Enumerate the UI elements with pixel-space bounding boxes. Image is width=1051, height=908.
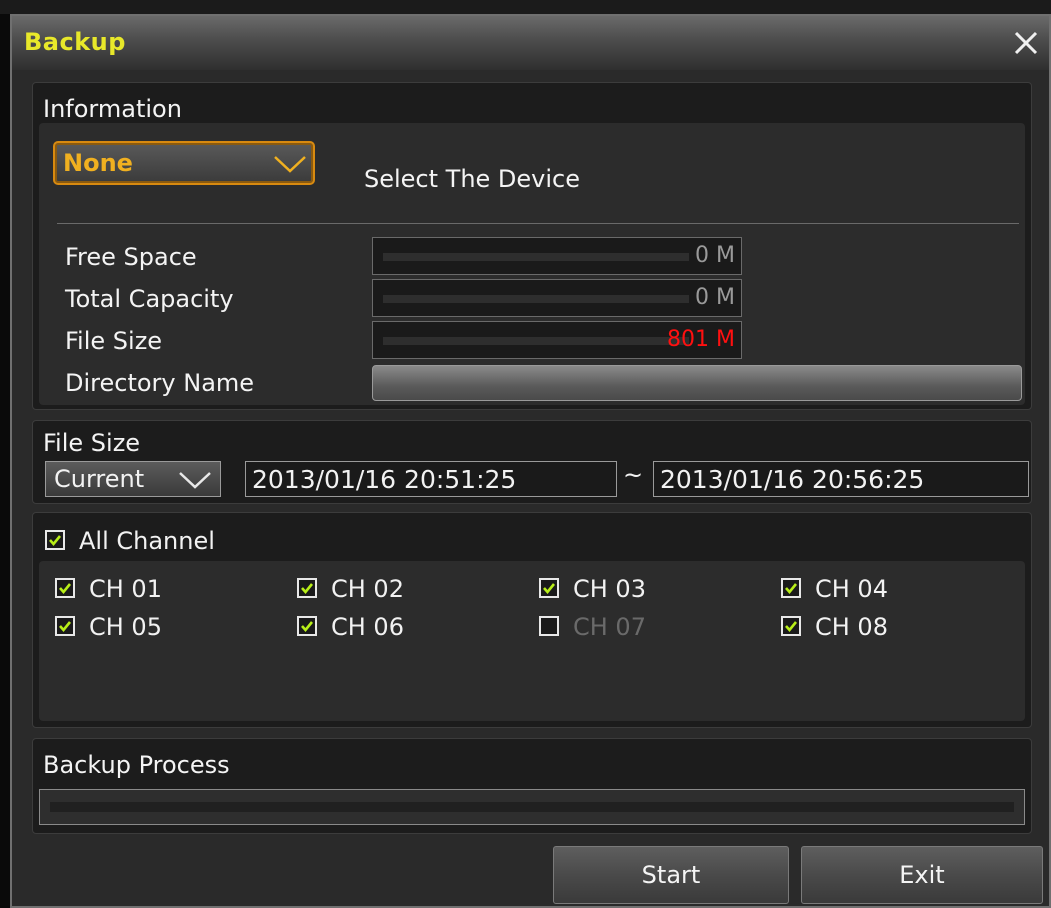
file-size-label: File Size xyxy=(65,327,163,355)
free-space-label: Free Space xyxy=(65,243,197,271)
directory-name-label: Directory Name xyxy=(65,369,255,397)
free-space-value: 0 M xyxy=(372,237,742,275)
channel-label: CH 02 xyxy=(331,575,404,603)
channel-check xyxy=(781,616,801,636)
all-channel-checkbox[interactable]: All Channel xyxy=(43,527,343,557)
exit-button[interactable]: Exit xyxy=(801,846,1043,904)
information-panel: Information None Select The Device Free … xyxy=(32,82,1032,410)
checkmark-icon xyxy=(785,621,798,633)
backup-process-heading: Backup Process xyxy=(43,751,230,779)
file-size-text: 801 M xyxy=(667,327,735,352)
channel-check xyxy=(781,578,801,598)
background-strip xyxy=(0,0,1051,14)
channel-label: CH 05 xyxy=(89,613,162,641)
channel-checkbox-2[interactable]: CH 02 xyxy=(297,575,497,605)
channel-checkbox-8[interactable]: CH 08 xyxy=(781,613,981,643)
checkmark-icon xyxy=(785,583,798,595)
title-bar: Backup xyxy=(12,16,1049,70)
checkmark-icon xyxy=(301,621,314,633)
checkmark-icon xyxy=(59,621,72,633)
range-heading: File Size xyxy=(43,429,141,457)
chevron-down-icon xyxy=(273,153,307,179)
channel-checkbox-3[interactable]: CH 03 xyxy=(539,575,739,605)
window-title: Backup xyxy=(24,28,126,56)
channel-label: CH 06 xyxy=(331,613,404,641)
chevron-down-icon xyxy=(178,470,212,494)
progress-track xyxy=(50,802,1014,812)
channel-label: CH 07 xyxy=(573,613,646,641)
file-size-range-panel: File Size Current 2013/01/16 20:51:25 ~ … xyxy=(32,420,1032,504)
channel-checkbox-7[interactable]: CH 07 xyxy=(539,613,739,643)
channel-checkbox-1[interactable]: CH 01 xyxy=(55,575,255,605)
channel-check xyxy=(297,578,317,598)
channel-checkbox-6[interactable]: CH 06 xyxy=(297,613,497,643)
range-mode-select[interactable]: Current xyxy=(45,461,221,497)
information-inner: None Select The Device Free Space 0 M To… xyxy=(39,123,1025,405)
free-space-text: 0 M xyxy=(695,243,735,268)
backup-process-panel: Backup Process xyxy=(32,738,1032,834)
checkmark-icon xyxy=(59,583,72,595)
checkmark-icon xyxy=(49,535,62,547)
channel-label: CH 03 xyxy=(573,575,646,603)
total-capacity-text: 0 M xyxy=(695,285,735,310)
checkmark-icon xyxy=(543,583,556,595)
all-channel-label: All Channel xyxy=(79,527,215,555)
channel-check xyxy=(539,578,559,598)
start-button[interactable]: Start xyxy=(553,846,789,904)
close-icon[interactable] xyxy=(1009,26,1043,60)
channel-check xyxy=(297,616,317,636)
device-hint: Select The Device xyxy=(364,165,581,193)
channel-checkbox-4[interactable]: CH 04 xyxy=(781,575,981,605)
divider xyxy=(57,223,1019,224)
total-capacity-value: 0 M xyxy=(372,279,742,317)
range-separator: ~ xyxy=(623,461,644,489)
channel-label: CH 04 xyxy=(815,575,888,603)
total-capacity-label: Total Capacity xyxy=(65,285,234,313)
all-channel-check xyxy=(45,530,65,550)
device-select[interactable]: None xyxy=(53,141,315,185)
directory-name-input[interactable] xyxy=(372,365,1022,401)
channel-checkbox-5[interactable]: CH 05 xyxy=(55,613,255,643)
backup-progress-bar xyxy=(39,789,1025,825)
end-datetime-field[interactable]: 2013/01/16 20:56:25 xyxy=(653,461,1029,497)
start-datetime-field[interactable]: 2013/01/16 20:51:25 xyxy=(245,461,617,497)
channel-panel: All Channel CH 01 CH 02 CH 03 CH 04 CH 05 CH … xyxy=(32,512,1032,728)
checkmark-icon xyxy=(301,583,314,595)
channel-check xyxy=(539,616,559,636)
backup-dialog: Backup Information None Select The Devic… xyxy=(10,14,1051,908)
range-mode-value: Current xyxy=(54,465,145,493)
channel-check xyxy=(55,616,75,636)
channel-label: CH 08 xyxy=(815,613,888,641)
device-select-value: None xyxy=(63,149,133,177)
channel-label: CH 01 xyxy=(89,575,162,603)
information-heading: Information xyxy=(43,95,182,123)
file-size-value: 801 M xyxy=(372,321,742,359)
channel-check xyxy=(55,578,75,598)
channel-grid: CH 01 CH 02 CH 03 CH 04 CH 05 CH 06 CH 07 CH 08 xyxy=(39,561,1025,721)
